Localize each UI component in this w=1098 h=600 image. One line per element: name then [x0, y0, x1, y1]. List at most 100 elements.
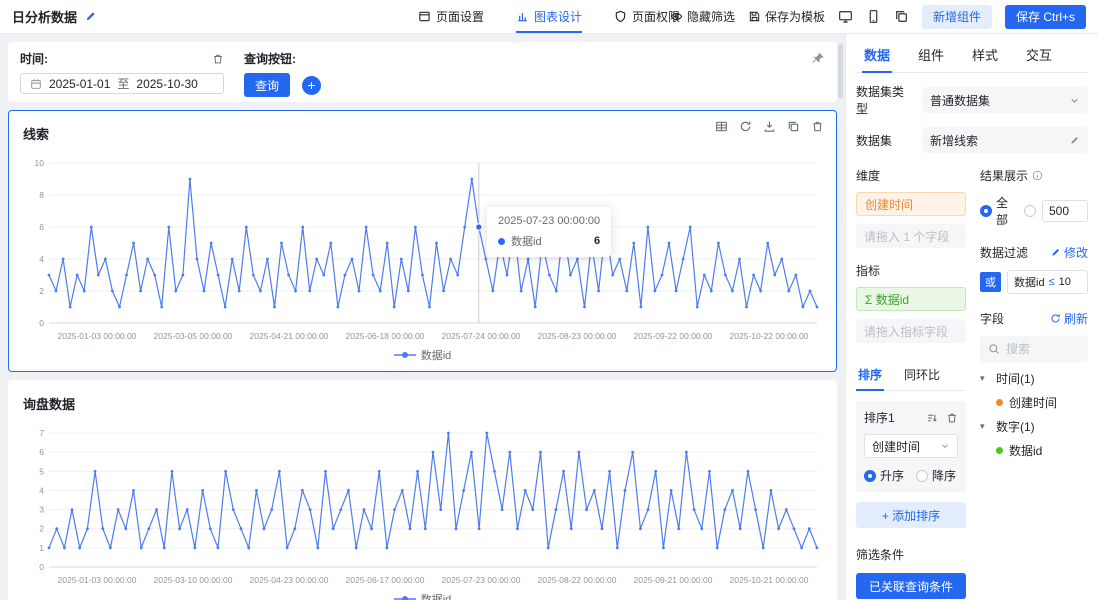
- canvas-scrollbar[interactable]: [838, 44, 843, 98]
- leads-line-chart[interactable]: 0 2 4 6 8 10 2025-01-03 00:00:00 2025-03-05 00:…: [21, 153, 825, 345]
- page-title: 日分析数据: [12, 10, 78, 25]
- dimension-dropzone[interactable]: 请拖入 1 个字段: [856, 224, 966, 248]
- chart-card-leads[interactable]: 线索 0 2 4 6 8 10 2025-01-03 00:00:00 2025-0: [8, 110, 837, 372]
- delete-chart-icon[interactable]: [811, 120, 824, 133]
- edit-dataset-icon[interactable]: [1069, 135, 1080, 146]
- date-to-value[interactable]: 2025-10-30: [136, 77, 197, 91]
- field-tree: ▾ 时间(1) 创建时间 ▾ 数字(1) 数据id: [980, 366, 1088, 462]
- panel-left-column: 维度 创建时间 请拖入 1 个字段 指标 Σ 数据id 请拖入指标字段 排序 同…: [856, 167, 966, 599]
- tab-label: 页面设置: [435, 10, 484, 24]
- panel-tab-data[interactable]: 数据: [862, 34, 893, 73]
- legend[interactable]: 数据id: [9, 347, 836, 363]
- topbar-nav: 页面设置 图表设计 页面权限: [418, 0, 680, 33]
- filter-field: 数据id: [1014, 277, 1045, 289]
- search-icon: [988, 343, 1000, 355]
- copy-page-icon[interactable]: [894, 9, 909, 24]
- tooltip-time: 2025-07-23 00:00:00: [498, 215, 601, 227]
- tab-period-comparison[interactable]: 同环比: [902, 359, 942, 390]
- tab-chart-design[interactable]: 图表设计: [515, 0, 583, 33]
- field-group-number[interactable]: ▾ 数字(1): [980, 414, 1088, 438]
- mobile-preview-icon[interactable]: [866, 9, 881, 24]
- radio-result-all[interactable]: 全部: [980, 194, 1018, 228]
- download-chart-icon[interactable]: [763, 120, 776, 133]
- sort-order-icon[interactable]: [926, 412, 938, 424]
- delete-filter-icon[interactable]: [212, 53, 224, 65]
- field-item-data-id[interactable]: 数据id: [980, 438, 1088, 462]
- chart-card-inquiry[interactable]: 询盘数据 0 1 2 3 4 5 6 7 2025-01-03 00:00:00 2025-03-…: [8, 380, 837, 600]
- copy-chart-icon[interactable]: [787, 120, 800, 133]
- sort-rule-card: 排序1 创建时间 升序 降序: [856, 401, 966, 492]
- dimension-field-tag[interactable]: 创建时间: [856, 192, 966, 216]
- topbar-actions: 隐藏筛选 保存为模板 新增组件 保存 Ctrl+s: [670, 4, 1086, 29]
- pin-icon[interactable]: [811, 52, 825, 66]
- chart-toolbar: [715, 120, 824, 133]
- dataset-label: 数据集: [856, 133, 893, 148]
- refresh-fields-link[interactable]: 刷新: [1050, 310, 1088, 327]
- field-search[interactable]: [980, 336, 1088, 362]
- svg-text:2025-04-23 00:00:00: 2025-04-23 00:00:00: [250, 575, 329, 585]
- svg-text:2025-08-23 00:00:00: 2025-08-23 00:00:00: [538, 331, 617, 341]
- tab-page-settings[interactable]: 页面设置: [418, 0, 484, 33]
- dataset-type-label: 数据集类型: [856, 85, 905, 116]
- svg-text:2025-03-10 00:00:00: 2025-03-10 00:00:00: [154, 575, 233, 585]
- svg-text:2025-04-21 00:00:00: 2025-04-21 00:00:00: [250, 331, 329, 341]
- view-table-icon[interactable]: [715, 120, 728, 133]
- svg-text:2025-10-21 00:00:00: 2025-10-21 00:00:00: [730, 575, 809, 585]
- result-display-label: 结果展示: [980, 169, 1029, 183]
- delete-sort-icon[interactable]: [946, 412, 958, 424]
- or-operator-tag[interactable]: 或: [980, 272, 1001, 292]
- metric-field-tag[interactable]: Σ 数据id: [856, 287, 966, 311]
- panel-tab-component[interactable]: 组件: [916, 34, 946, 72]
- linked-query-condition-button[interactable]: 已关联查询条件: [856, 573, 966, 599]
- refresh-chart-icon[interactable]: [739, 120, 752, 133]
- sort-rule-label: 排序1: [864, 411, 895, 425]
- page-settings-icon: [418, 10, 431, 23]
- filter-expression[interactable]: 数据id ≤ 10: [1007, 270, 1088, 294]
- topbar: 日分析数据 页面设置 图表设计 页面权限 隐藏筛选 保存为模板 新增组件 保存 …: [0, 0, 1098, 34]
- svg-text:2025-07-23 00:00:00: 2025-07-23 00:00:00: [442, 575, 521, 585]
- legend[interactable]: 数据id: [9, 591, 836, 600]
- date-from-value[interactable]: 2025-01-01: [49, 77, 110, 91]
- field-item-create-time[interactable]: 创建时间: [980, 390, 1088, 414]
- chevron-down-icon: [1069, 95, 1080, 106]
- panel-tab-style[interactable]: 样式: [970, 34, 1000, 72]
- dataset-field[interactable]: 新增线索: [922, 127, 1088, 153]
- svg-text:8: 8: [39, 190, 44, 200]
- sort-field-select[interactable]: 创建时间: [864, 434, 958, 458]
- radio-ascending[interactable]: 升序: [864, 467, 904, 484]
- svg-text:2025-07-24 00:00:00: 2025-07-24 00:00:00: [442, 331, 521, 341]
- radio-dot: [916, 469, 929, 482]
- desktop-preview-icon[interactable]: [838, 9, 853, 24]
- tab-sort[interactable]: 排序: [856, 359, 885, 391]
- save-as-template-label: 保存为模板: [764, 10, 825, 24]
- radio-result-count[interactable]: [1024, 205, 1036, 217]
- new-component-button[interactable]: 新增组件: [921, 4, 992, 29]
- add-sort-button[interactable]: + 添加排序: [856, 502, 966, 528]
- add-filter-icon[interactable]: +: [302, 75, 322, 95]
- radio-dot: [864, 469, 876, 482]
- save-template-icon: [748, 10, 761, 23]
- save-button[interactable]: 保存 Ctrl+s: [1004, 4, 1086, 29]
- topbar-left: 日分析数据: [12, 7, 242, 26]
- panel-tab-interaction[interactable]: 交互: [1024, 34, 1054, 72]
- inquiry-line-chart[interactable]: 0 1 2 3 4 5 6 7 2025-01-03 00:00:00 2025-03-10 00…: [21, 423, 825, 589]
- caret-down-icon: ▾: [980, 372, 985, 383]
- tab-page-permission[interactable]: 页面权限: [614, 0, 680, 33]
- design-canvas: 时间: 2025-01-01 至 2025-10-30 查询按钮: 查询 + 线…: [0, 34, 845, 600]
- legend-marker-icon: [393, 596, 416, 600]
- info-icon: [1032, 170, 1043, 181]
- caret-down-icon: ▾: [980, 420, 985, 431]
- query-button-label: 查询按钮:: [244, 52, 296, 66]
- dataset-type-select[interactable]: 普通数据集: [922, 87, 1088, 113]
- radio-descending[interactable]: 降序: [916, 467, 956, 484]
- query-button[interactable]: 查询: [244, 73, 291, 97]
- calendar-icon: [30, 78, 42, 90]
- modify-filter-link[interactable]: 修改: [1050, 244, 1088, 261]
- date-range-picker[interactable]: 2025-01-01 至 2025-10-30: [20, 73, 224, 94]
- metric-dropzone[interactable]: 请拖入指标字段: [856, 319, 966, 343]
- search-input[interactable]: [1006, 342, 1078, 356]
- save-as-template-button[interactable]: 保存为模板: [748, 8, 825, 25]
- result-count-input[interactable]: [1042, 200, 1088, 222]
- field-group-time[interactable]: ▾ 时间(1): [980, 366, 1088, 390]
- edit-title-icon[interactable]: [84, 10, 97, 23]
